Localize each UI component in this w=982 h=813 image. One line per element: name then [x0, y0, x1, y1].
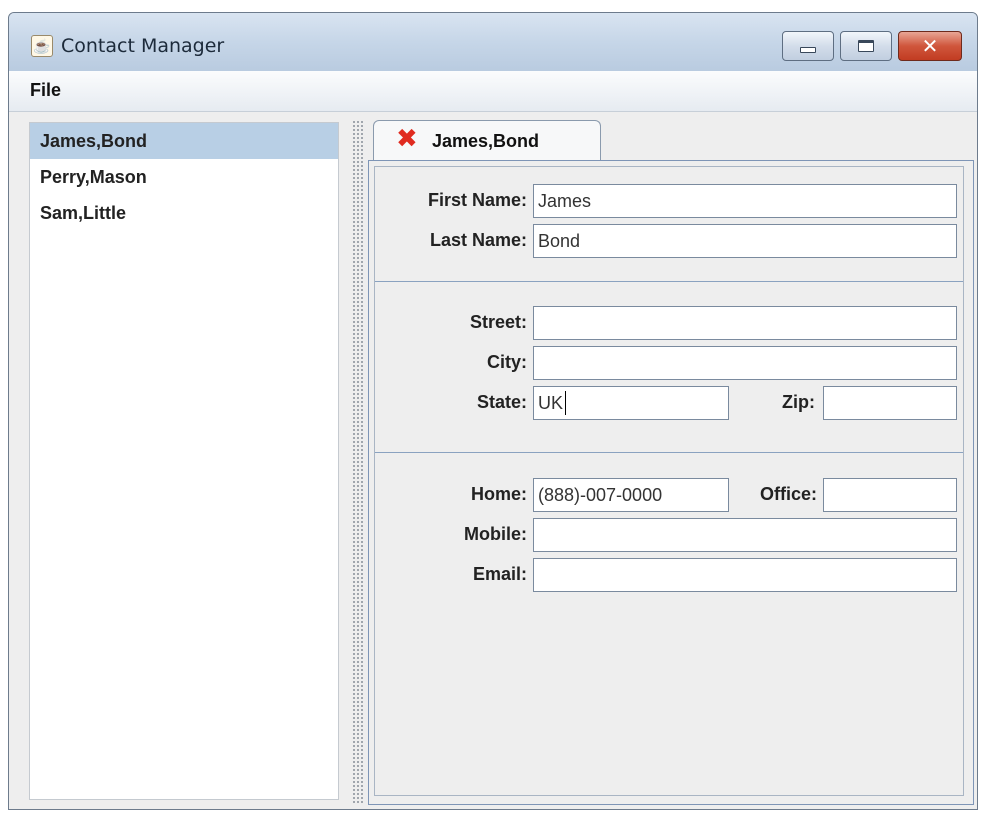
zip-label: Zip: — [782, 392, 815, 412]
maximize-icon — [858, 40, 874, 52]
contact-form: First Name: Last Name: Street: City: Sta… — [374, 166, 964, 796]
maximize-button[interactable] — [840, 31, 892, 61]
state-label: State: — [476, 392, 527, 412]
tab-contact[interactable]: ✖ James,Bond — [373, 120, 601, 160]
email-label: Email: — [472, 564, 527, 584]
office-phone-label: Office: — [759, 484, 817, 504]
first-name-field[interactable] — [533, 184, 957, 218]
split-pane-divider[interactable] — [352, 120, 364, 805]
minimize-icon — [800, 47, 816, 53]
close-button[interactable]: ✕ — [898, 31, 962, 61]
contact-list-item[interactable]: James,Bond — [30, 123, 338, 159]
last-name-label: Last Name: — [429, 230, 527, 250]
mobile-phone-field[interactable] — [533, 518, 957, 552]
menu-file[interactable]: File — [30, 80, 61, 101]
window-title: Contact Manager — [61, 35, 225, 57]
menu-bar: File — [9, 71, 977, 112]
text-caret — [565, 391, 566, 415]
java-icon[interactable]: ☕ — [31, 35, 53, 57]
contact-list-item[interactable]: Perry,Mason — [30, 159, 338, 195]
home-phone-field[interactable] — [533, 478, 729, 512]
tab-label: James,Bond — [432, 131, 540, 151]
tab-close-icon[interactable]: ✖ — [396, 126, 418, 152]
zip-field[interactable] — [823, 386, 957, 420]
section-separator — [375, 281, 963, 282]
minimize-button[interactable] — [782, 31, 834, 61]
contact-list-item[interactable]: Sam,Little — [30, 195, 338, 231]
main-content: James,Bond Perry,Mason Sam,Little ✖ Jame… — [9, 112, 977, 809]
contact-detail-panel: First Name: Last Name: Street: City: Sta… — [368, 160, 974, 805]
street-field[interactable] — [533, 306, 957, 340]
close-icon: ✕ — [921, 34, 939, 58]
state-field[interactable] — [533, 386, 729, 420]
home-phone-label: Home: — [470, 484, 527, 504]
street-label: Street: — [469, 312, 527, 332]
last-name-field[interactable] — [533, 224, 957, 258]
city-label: City: — [487, 352, 527, 372]
contact-list[interactable]: James,Bond Perry,Mason Sam,Little — [29, 122, 339, 800]
office-phone-field[interactable] — [823, 478, 957, 512]
title-bar[interactable]: ☕ Contact Manager ✕ — [9, 13, 977, 71]
email-field[interactable] — [533, 558, 957, 592]
mobile-phone-label: Mobile: — [464, 524, 527, 544]
section-separator — [375, 452, 963, 453]
application-window: ☕ Contact Manager ✕ File James,Bond Perr… — [8, 12, 978, 810]
city-field[interactable] — [533, 346, 957, 380]
first-name-label: First Name: — [427, 190, 527, 210]
